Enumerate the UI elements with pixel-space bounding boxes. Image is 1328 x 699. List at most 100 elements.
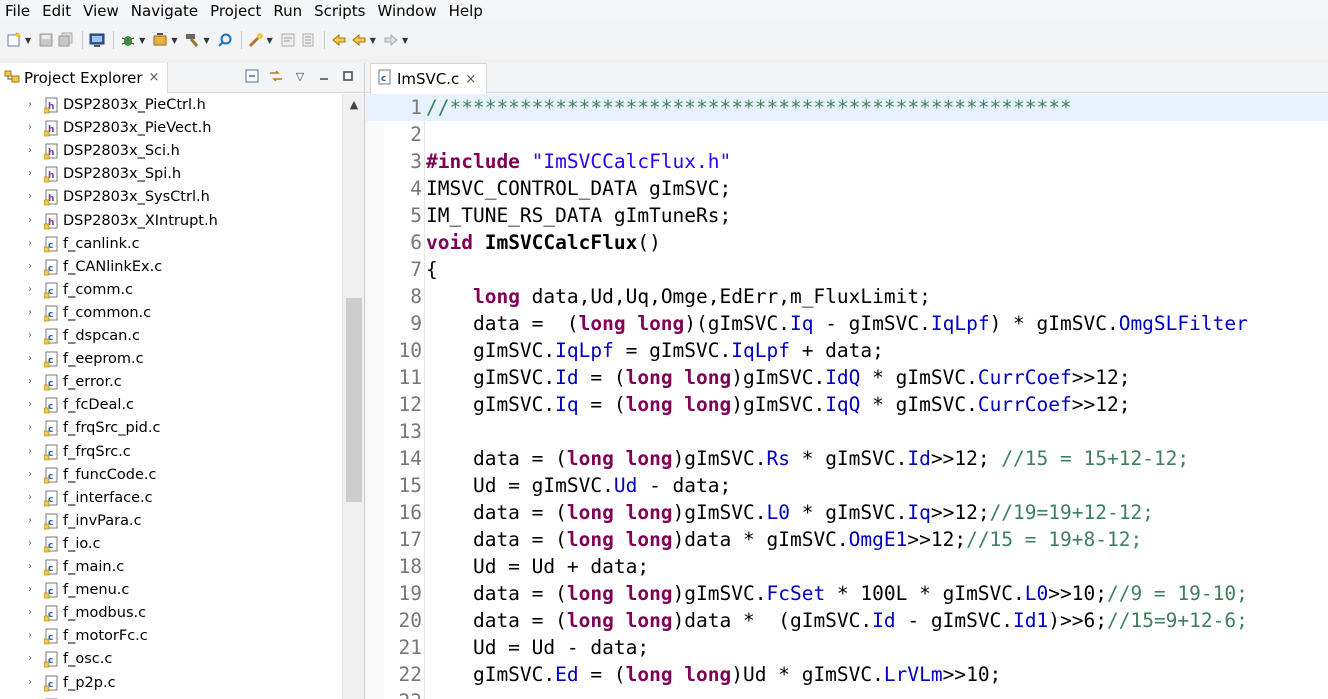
expand-chevron-icon[interactable]: › (28, 515, 32, 526)
expand-chevron-icon[interactable]: › (28, 607, 32, 618)
tree-item[interactable]: › h DSP2803x_PieVect.h (0, 117, 342, 140)
tree-item[interactable]: › c f_invPara.c (0, 510, 342, 533)
save-icon[interactable] (37, 31, 55, 49)
open-type-dropdown-caret[interactable]: ▼ (267, 36, 273, 45)
tree-item[interactable]: › c f_CANlinkEx.c (0, 256, 342, 279)
project-explorer-tab[interactable]: Project Explorer × (0, 62, 169, 93)
code-line[interactable]: 20 data = (long long)data * (gImSVC.Id -… (366, 607, 1328, 634)
save-all-icon[interactable] (57, 31, 75, 49)
code-line[interactable]: 14 data = (long long)gImSVC.Rs * gImSVC.… (366, 445, 1328, 472)
tree-item[interactable]: › c f_dspcan.c (0, 325, 342, 348)
tree-item[interactable]: › c f_eeprom.c (0, 348, 342, 371)
code-line[interactable]: 23 (366, 688, 1328, 699)
code-line[interactable]: 6 void ImSVCCalcFlux() (366, 229, 1328, 256)
code-line[interactable]: 7{ (366, 256, 1328, 283)
debug-dropdown-caret[interactable]: ▼ (139, 36, 145, 45)
hammer-dropdown-caret[interactable]: ▼ (203, 36, 209, 45)
expand-chevron-icon[interactable]: › (28, 307, 32, 318)
expand-chevron-icon[interactable]: › (28, 677, 32, 688)
link-with-editor-icon[interactable] (268, 68, 284, 84)
expand-chevron-icon[interactable]: › (28, 492, 32, 503)
tree-item[interactable]: › c f_frqSrc.c (0, 441, 342, 464)
code-line[interactable]: 11 gImSVC.Id = (long long)gImSVC.IdQ * g… (366, 364, 1328, 391)
expand-chevron-icon[interactable]: › (28, 538, 32, 549)
code-line[interactable]: 22 gImSVC.Ed = (long long)Ud * gImSVC.Lr… (366, 661, 1328, 688)
tree-item[interactable]: › h DSP2803x_Sci.h (0, 140, 342, 163)
code-line[interactable]: 2 (366, 121, 1328, 148)
close-icon[interactable]: × (149, 70, 160, 85)
scrollbar-thumb[interactable] (346, 298, 362, 502)
forward-icon[interactable] (382, 31, 400, 49)
menu-help[interactable]: Help (444, 1, 490, 21)
expand-chevron-icon[interactable]: › (28, 215, 32, 226)
new-icon[interactable] (5, 31, 23, 49)
tree-item[interactable]: › c f_error.c (0, 371, 342, 394)
expand-chevron-icon[interactable]: › (28, 630, 32, 641)
forward-dropdown-caret[interactable]: ▼ (402, 36, 408, 45)
tree-item[interactable]: › c f_comm.c (0, 279, 342, 302)
expand-chevron-icon[interactable]: › (28, 653, 32, 664)
tree-item[interactable]: › c f_common.c (0, 302, 342, 325)
tree-item[interactable]: › c f_funcCode.c (0, 464, 342, 487)
expand-chevron-icon[interactable]: › (28, 238, 32, 249)
code-line[interactable]: 18 Ud = Ud + data; (366, 553, 1328, 580)
expand-chevron-icon[interactable]: › (28, 145, 32, 156)
tree-item[interactable]: › c f_menu.c (0, 579, 342, 602)
expand-chevron-icon[interactable]: › (28, 191, 32, 202)
menu-navigate[interactable]: Navigate (126, 1, 205, 21)
maximize-icon[interactable] (340, 68, 356, 84)
tree-item[interactable]: › c f_modbus.c (0, 602, 342, 625)
code-line[interactable]: 8 long data,Ud,Uq,Omge,EdErr,m_FluxLimit… (366, 283, 1328, 310)
tree-item[interactable]: › c f_frqSrc_pid.c (0, 417, 342, 440)
expand-chevron-icon[interactable]: › (28, 422, 32, 433)
build-dropdown-caret[interactable]: ▼ (171, 36, 177, 45)
expand-chevron-icon[interactable]: › (28, 399, 32, 410)
tree-item[interactable]: › h DSP2803x_XIntrupt.h (0, 210, 342, 233)
editor-tab-imsvc[interactable]: c ImSVC.c × (370, 63, 488, 94)
menu-edit[interactable]: Edit (37, 1, 78, 21)
code-line[interactable]: 16 data = (long long)gImSVC.L0 * gImSVC.… (366, 499, 1328, 526)
tree-item[interactable]: › c f_main.c (0, 556, 342, 579)
tree-item[interactable]: › h DSP2803x_PieCtrl.h (0, 94, 342, 117)
minimize-icon[interactable] (316, 68, 332, 84)
terminal-icon[interactable] (88, 31, 106, 49)
expand-chevron-icon[interactable]: › (28, 353, 32, 364)
tree-item[interactable]: › c f_interface.c (0, 487, 342, 510)
code-line[interactable]: 13 (366, 418, 1328, 445)
tree-item[interactable]: › h DSP2803x_SysCtrl.h (0, 186, 342, 209)
scroll-up-icon[interactable]: ▲ (343, 94, 365, 114)
expand-chevron-icon[interactable]: › (28, 122, 32, 133)
tree-item[interactable]: › h DSP2803x_Spi.h (0, 163, 342, 186)
project-tree-scrollbar[interactable]: ▲ (342, 94, 364, 699)
new-dropdown-caret[interactable]: ▼ (25, 36, 31, 45)
expand-chevron-icon[interactable]: › (28, 376, 32, 387)
tree-item[interactable]: › c f_motorFc.c (0, 625, 342, 648)
expand-chevron-icon[interactable]: › (28, 330, 32, 341)
search-icon[interactable] (216, 31, 234, 49)
menu-project[interactable]: Project (205, 1, 268, 21)
hammer-icon[interactable] (183, 31, 201, 49)
code-line[interactable]: 4 IMSVC_CONTROL_DATA gImSVC; (366, 175, 1328, 202)
view-menu-icon[interactable]: ▽ (292, 68, 308, 84)
code-line[interactable]: 3 #include "ImSVCCalcFlux.h" (366, 148, 1328, 175)
code-line[interactable]: 1//*************************************… (366, 94, 1328, 121)
debug-icon[interactable] (119, 31, 137, 49)
menu-view[interactable]: View (78, 1, 126, 21)
code-line[interactable]: 5 IM_TUNE_RS_DATA gImTuneRs; (366, 202, 1328, 229)
back-icon[interactable] (350, 31, 368, 49)
expand-chevron-icon[interactable]: › (28, 168, 32, 179)
tree-item[interactable]: › c f_p2p.c (0, 672, 342, 695)
expand-chevron-icon[interactable]: › (28, 99, 32, 110)
collapse-all-icon[interactable] (244, 68, 260, 84)
tree-item[interactable]: › c f_io.c (0, 533, 342, 556)
code-line[interactable]: 21 Ud = Ud - data; (366, 634, 1328, 661)
expand-chevron-icon[interactable]: › (28, 469, 32, 480)
last-edit-icon[interactable] (330, 31, 348, 49)
menu-file[interactable]: File (0, 1, 37, 21)
expand-chevron-icon[interactable]: › (28, 284, 32, 295)
code-line[interactable]: 17 data = (long long)data * gImSVC.OmgE1… (366, 526, 1328, 553)
tree-item[interactable]: › c f_canlink.c (0, 233, 342, 256)
expand-chevron-icon[interactable]: › (28, 261, 32, 272)
close-icon[interactable]: × (465, 72, 476, 87)
tree-item[interactable]: › c f_fcDeal.c (0, 394, 342, 417)
